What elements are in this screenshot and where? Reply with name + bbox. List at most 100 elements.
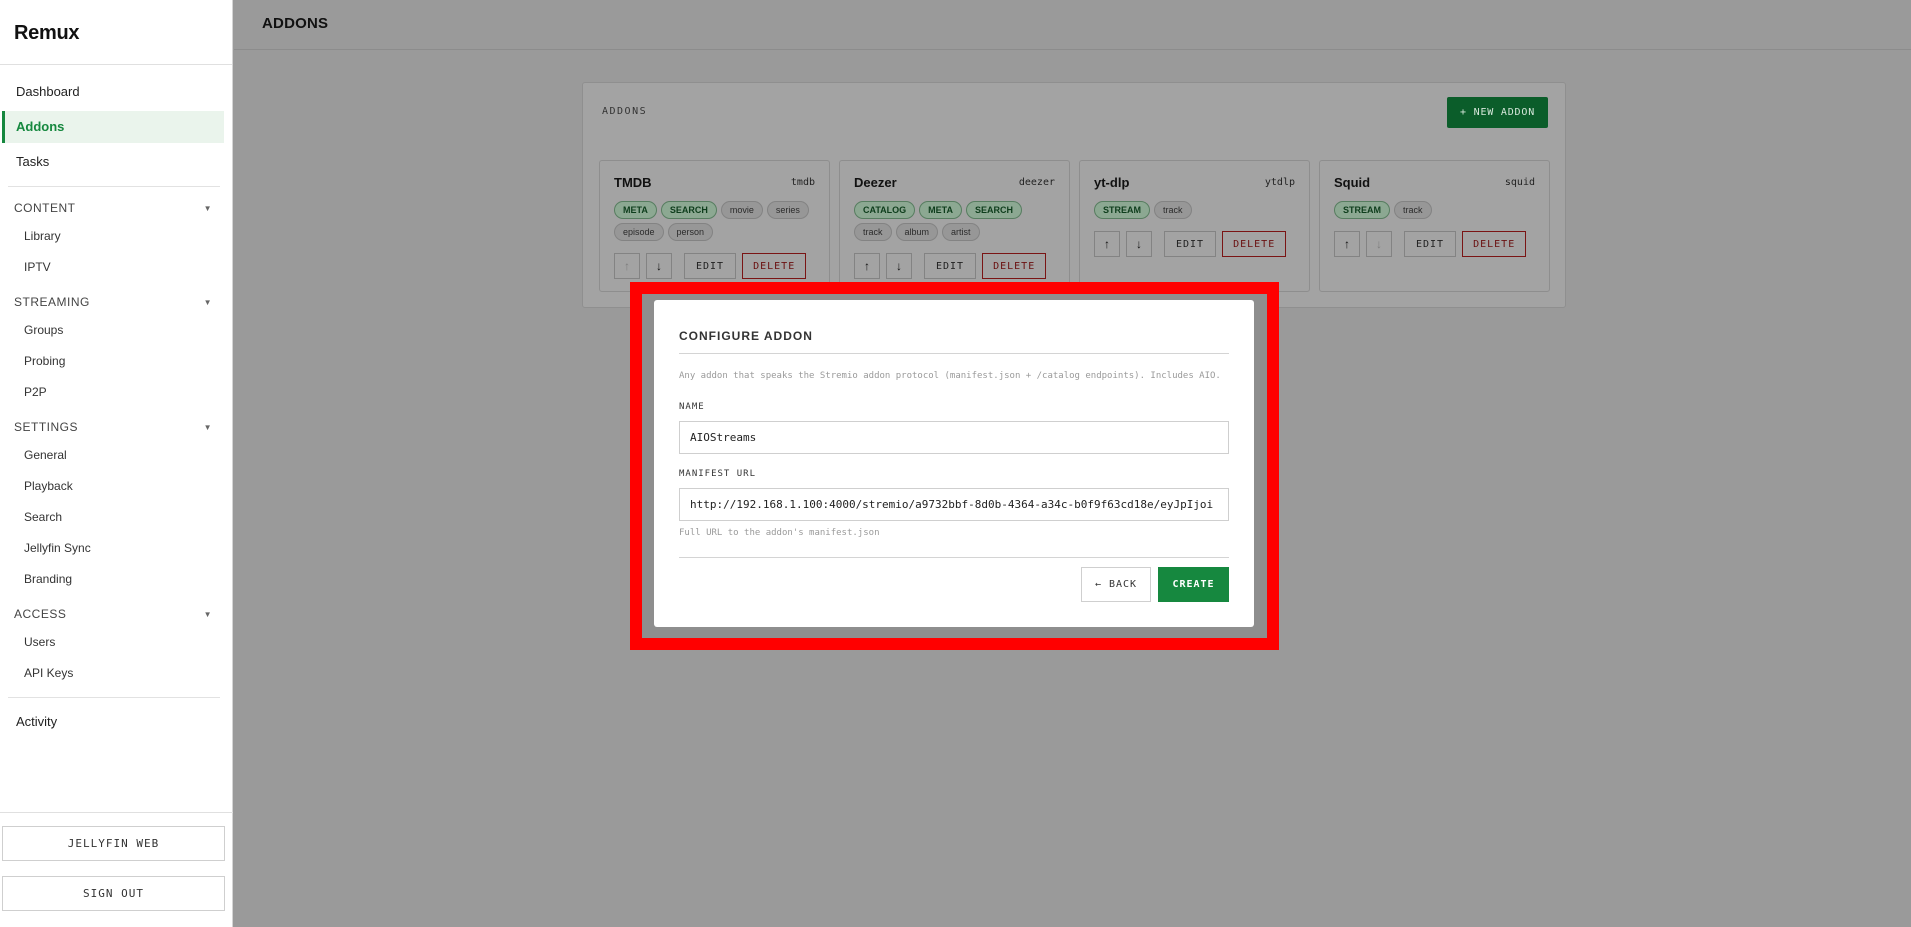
name-input[interactable] [679,421,1229,454]
section-settings-toggle[interactable]: SETTINGS ▼ [0,414,232,440]
addons-panel: ADDONS + NEW ADDON TMDB tmdb META SEARCH… [582,82,1566,308]
caret-down-icon: ▼ [203,609,212,619]
nav-playback[interactable]: Playback [0,471,232,502]
addon-tags: META SEARCH movie series episode person [614,201,814,241]
type-badge: series [766,201,809,219]
addon-tags: STREAM track [1094,201,1294,219]
capability-badge: STREAM [1334,201,1390,219]
manifest-url-label: MANIFEST URL [679,469,757,479]
move-up-arrow-icon[interactable]: ↑ [614,253,640,279]
addon-card-tmdb: TMDB tmdb META SEARCH movie series episo… [599,160,830,292]
caret-down-icon: ▼ [203,297,212,307]
sidebar-divider [8,186,220,187]
addon-actions: ↑ ↓ EDIT DELETE [854,253,1047,279]
section-access-toggle[interactable]: ACCESS ▼ [0,601,232,627]
move-up-arrow-icon[interactable]: ↑ [854,253,880,279]
addon-card-deezer: Deezer deezer CATALOG META SEARCH track … [839,160,1070,292]
addon-name: Squid [1334,175,1371,190]
addon-name: yt-dlp [1094,175,1130,190]
caret-down-icon: ▼ [203,422,212,432]
capability-badge: CATALOG [854,201,916,219]
nav-addons[interactable]: Addons [2,111,224,143]
nav-iptv[interactable]: IPTV [0,252,232,283]
sign-out-button[interactable]: SIGN OUT [2,876,225,911]
capability-badge: META [614,201,657,219]
manifest-url-help: Full URL to the addon's manifest.json [679,528,880,538]
addon-id: tmdb [790,177,815,188]
nav-dashboard[interactable]: Dashboard [2,76,224,108]
section-streaming-title: STREAMING [14,295,90,309]
capability-badge: SEARCH [660,201,717,219]
addon-name: Deezer [854,175,897,190]
addon-card-squid: Squid squid STREAM track ↑ ↓ EDIT DELETE [1319,160,1550,292]
section-content-title: CONTENT [14,201,76,215]
back-button[interactable]: ← BACK [1081,567,1151,602]
type-badge: track [1154,201,1192,219]
addon-id: squid [1504,177,1535,188]
addon-tags: CATALOG META SEARCH track album artist [854,201,1054,241]
addon-actions: ↑ ↓ EDIT DELETE [1334,231,1527,257]
type-badge: track [854,223,892,241]
type-badge: person [667,223,714,241]
modal-divider [679,557,1229,558]
page-title: ADDONS [262,15,329,32]
edit-button[interactable]: EDIT [1164,231,1217,257]
nav-api-keys[interactable]: API Keys [0,658,232,689]
modal-title: CONFIGURE ADDON [679,329,813,343]
top-bar: ADDONS [234,0,1911,50]
capability-badge: STREAM [1094,201,1150,219]
nav-activity[interactable]: Activity [2,706,224,738]
edit-button[interactable]: EDIT [924,253,977,279]
configure-addon-modal: CONFIGURE ADDON Any addon that speaks th… [654,300,1254,627]
jellyfin-web-button[interactable]: JELLYFIN WEB [2,826,225,861]
create-button[interactable]: CREATE [1158,567,1229,602]
addon-actions: ↑ ↓ EDIT DELETE [614,253,807,279]
section-content-toggle[interactable]: CONTENT ▼ [0,195,232,221]
move-down-arrow-icon[interactable]: ↓ [646,253,672,279]
manifest-url-input[interactable] [679,488,1229,521]
nav-search[interactable]: Search [0,502,232,533]
modal-divider [679,353,1229,354]
app-logo: Remux [0,0,232,65]
type-badge: track [1394,201,1432,219]
nav-branding[interactable]: Branding [0,564,232,595]
type-badge: episode [614,223,664,241]
delete-button[interactable]: DELETE [1222,231,1287,257]
type-badge: album [895,223,939,241]
nav-jellyfin-sync[interactable]: Jellyfin Sync [0,533,232,564]
delete-button[interactable]: DELETE [982,253,1047,279]
capability-badge: META [919,201,963,219]
move-down-arrow-icon[interactable]: ↓ [1366,231,1392,257]
modal-description: Any addon that speaks the Stremio addon … [679,371,1221,381]
move-down-arrow-icon[interactable]: ↓ [886,253,912,279]
caret-down-icon: ▼ [203,203,212,213]
capability-badge: SEARCH [966,201,1023,219]
type-badge: movie [720,201,763,219]
move-down-arrow-icon[interactable]: ↓ [1126,231,1152,257]
move-up-arrow-icon[interactable]: ↑ [1094,231,1120,257]
nav-groups[interactable]: Groups [0,315,232,346]
panel-title: ADDONS [602,106,648,117]
sidebar-divider [8,697,220,698]
nav-tasks[interactable]: Tasks [2,146,224,178]
nav-probing[interactable]: Probing [0,346,232,377]
nav-library[interactable]: Library [0,221,232,252]
section-streaming-toggle[interactable]: STREAMING ▼ [0,289,232,315]
addon-tags: STREAM track [1334,201,1534,219]
nav-general[interactable]: General [0,440,232,471]
addon-card-ytdlp: yt-dlp ytdlp STREAM track ↑ ↓ EDIT DELET… [1079,160,1310,292]
edit-button[interactable]: EDIT [1404,231,1457,257]
name-label: NAME [679,402,705,412]
nav-users[interactable]: Users [0,627,232,658]
nav-p2p[interactable]: P2P [0,377,232,408]
addon-id: deezer [1018,177,1055,188]
delete-button[interactable]: DELETE [1462,231,1527,257]
delete-button[interactable]: DELETE [742,253,807,279]
sidebar: Remux Dashboard Addons Tasks CONTENT ▼ L… [0,0,233,927]
addon-name: TMDB [614,175,652,190]
new-addon-button[interactable]: + NEW ADDON [1447,97,1548,128]
section-access-title: ACCESS [14,607,67,621]
addon-actions: ↑ ↓ EDIT DELETE [1094,231,1287,257]
edit-button[interactable]: EDIT [684,253,737,279]
move-up-arrow-icon[interactable]: ↑ [1334,231,1360,257]
